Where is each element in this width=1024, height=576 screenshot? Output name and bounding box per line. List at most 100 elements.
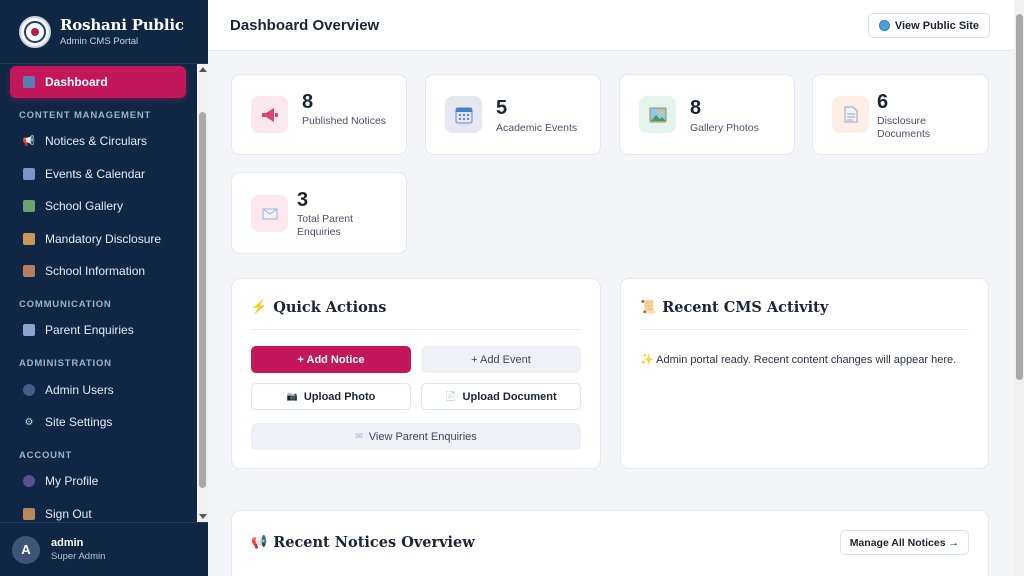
user-name: admin [51,537,84,549]
sidebar-scroll-thumb[interactable] [199,112,206,488]
section-account: ACCOUNT [19,450,73,461]
camera-icon: 📷 [286,391,298,401]
sidebar-item-settings[interactable]: ⚙ Site Settings [10,406,186,438]
school-logo [19,15,51,48]
sidebar-nav: Dashboard CONTENT MANAGEMENT 📢 Notices &… [0,64,196,522]
view-enquiries-button[interactable]: ✉ View Parent Enquiries [251,423,581,450]
brand: Roshani Public Admin CMS Portal [0,0,208,64]
stat-label: Gallery Photos [690,122,759,134]
calendar-icon [23,168,35,180]
sidebar-item-events[interactable]: Events & Calendar [10,158,186,190]
upload-document-button[interactable]: 📄 Upload Document [421,383,581,410]
chart-icon [23,76,35,88]
view-enquiries-label: View Parent Enquiries [368,430,477,443]
sidebar-item-label: Mandatory Disclosure [45,232,162,246]
sidebar-item-label: School Information [45,264,146,278]
view-public-site-button[interactable]: View Public Site [867,13,990,38]
stat-value: 8 [302,91,314,113]
sidebar-scrollbar[interactable] [197,64,208,522]
gear-icon: ⚙ [24,416,34,428]
sidebar-item-signout[interactable]: Sign Out [10,498,186,522]
scroll-up-arrow-icon[interactable] [199,67,207,72]
document-icon: 📄 [445,391,457,401]
sidebar-item-enquiries[interactable]: Parent Enquiries [10,314,186,346]
document-icon [832,96,869,133]
stat-value: 3 [297,189,309,211]
upload-document-label: Upload Document [462,390,557,403]
scroll-down-arrow-icon[interactable] [199,514,207,519]
megaphone-icon [251,96,288,133]
view-public-site-label: View Public Site [894,19,979,32]
page-scrollbar[interactable] [1014,0,1024,576]
user-panel[interactable]: A admin Super Admin [0,522,208,576]
manage-all-notices-button[interactable]: Manage All Notices → [839,530,969,555]
sidebar-item-profile[interactable]: My Profile [10,465,186,497]
sidebar-item-school-info[interactable]: School Information [10,255,186,287]
sidebar-item-label: Site Settings [45,415,113,429]
upload-photo-label: Upload Photo [303,390,376,403]
stat-card-gallery: 8 Gallery Photos [619,74,795,155]
stat-value: 5 [496,97,508,119]
stat-label: Disclosure Documents [877,115,931,140]
stat-label: Published Notices [302,115,387,127]
upload-photo-button[interactable]: 📷 Upload Photo [251,383,411,410]
page-scroll-thumb[interactable] [1016,14,1023,380]
envelope-icon: ✉ [355,431,363,441]
stat-card-events: 5 Academic Events [425,74,601,155]
door-icon [23,508,35,520]
stat-value: 6 [877,91,889,113]
user-role: Super Admin [51,551,106,562]
sidebar-item-admin-users[interactable]: Admin Users [10,374,186,406]
stat-label: Academic Events [496,122,578,134]
envelope-icon [23,324,35,336]
recent-activity-title-text: Recent CMS Activity [662,299,829,316]
stat-value: 8 [690,97,702,119]
quick-actions-panel: ⚡ Quick Actions + Add Notice + Add Event… [231,278,601,469]
section-administration: ADMINISTRATION [19,358,112,369]
sidebar-item-disclosure[interactable]: Mandatory Disclosure [10,223,186,255]
sidebar-item-gallery[interactable]: School Gallery [10,190,186,222]
divider [640,329,969,330]
scroll-icon [23,233,35,245]
divider [251,329,581,330]
sidebar-item-label: My Profile [45,474,99,488]
recent-notices-panel: 📢 Recent Notices Overview Manage All Not… [231,510,989,576]
sidebar-item-label: Notices & Circulars [45,134,148,148]
section-content-management: CONTENT MANAGEMENT [19,110,152,121]
brand-subtitle: Admin CMS Portal [60,36,139,47]
sidebar-item-label: Parent Enquiries [45,323,134,337]
megaphone-icon: 📢 [22,135,36,147]
quick-actions-title: ⚡ Quick Actions [251,299,386,316]
recent-notices-title-text: Recent Notices Overview [273,534,475,551]
activity-message-text: Admin portal ready. Recent content chang… [656,354,957,366]
sidebar-item-label: Events & Calendar [45,167,146,181]
megaphone-icon: 📢 [251,535,268,550]
brand-title: Roshani Public [60,16,184,34]
stat-card-enquiries: 3 Total Parent Enquiries [231,172,407,254]
sparkles-icon: ✨ [640,354,654,366]
stat-card-disclosure: 6 Disclosure Documents [812,74,989,155]
sidebar: Roshani Public Admin CMS Portal Dashboar… [0,0,208,576]
sidebar-item-label: Sign Out [45,507,92,521]
users-icon [23,384,35,396]
sidebar-item-dashboard[interactable]: Dashboard [10,66,186,98]
globe-icon [878,20,890,31]
section-communication: COMMUNICATION [19,299,112,310]
user-icon [23,475,35,487]
picture-icon [23,200,35,212]
envelope-icon [251,195,288,232]
add-notice-button[interactable]: + Add Notice [251,346,411,373]
avatar: A [12,535,40,564]
school-icon [23,265,35,277]
sidebar-item-notices[interactable]: 📢 Notices & Circulars [10,125,186,157]
lightning-icon: ⚡ [251,300,268,315]
sidebar-item-label: School Gallery [45,199,124,213]
scroll-icon: 📜 [640,300,657,315]
recent-activity-title: 📜 Recent CMS Activity [640,299,828,316]
recent-notices-title: 📢 Recent Notices Overview [251,534,475,551]
add-event-button[interactable]: + Add Event [421,346,581,373]
sidebar-item-label: Admin Users [45,383,114,397]
topbar: Dashboard Overview View Public Site [208,0,1014,51]
quick-actions-title-text: Quick Actions [273,299,387,316]
picture-icon [639,96,676,133]
